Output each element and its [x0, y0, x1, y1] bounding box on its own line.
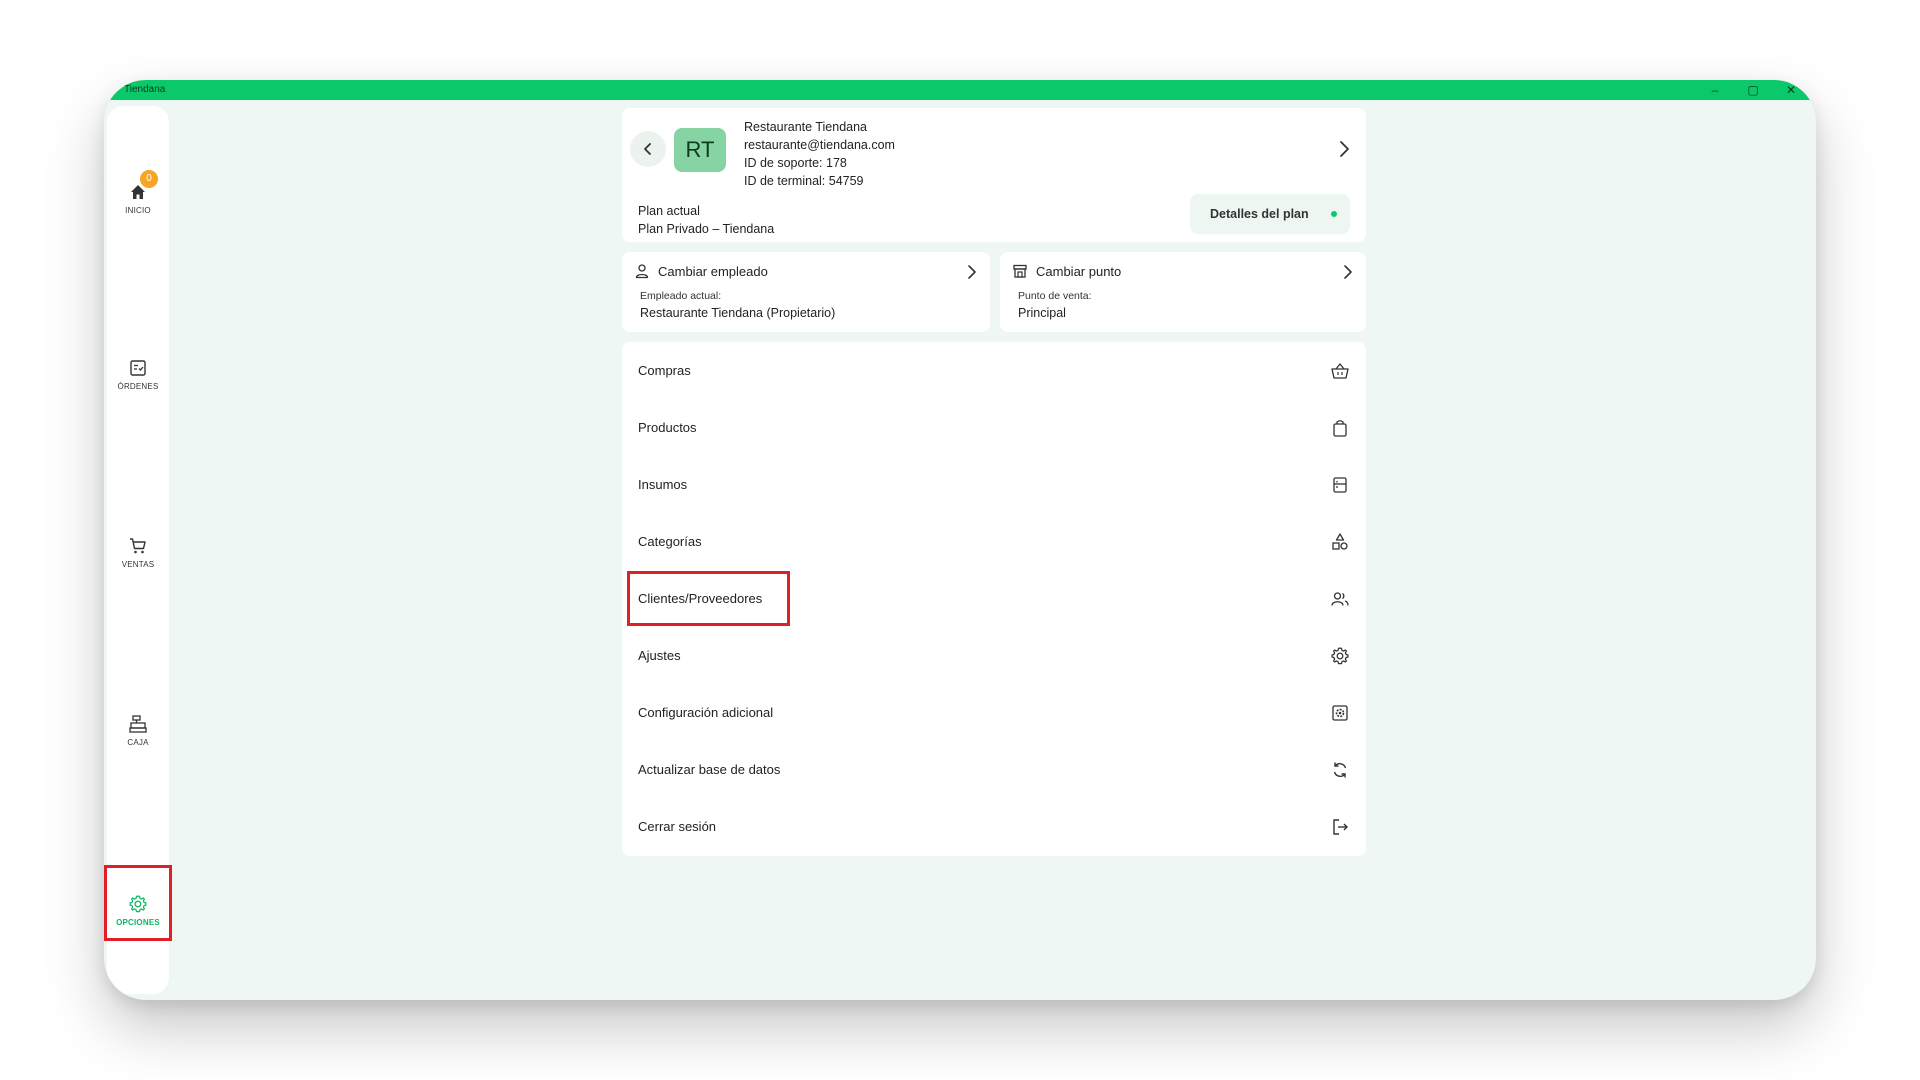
- status-dot: [1330, 211, 1337, 217]
- sidebar-item-ventas[interactable]: VENTAS: [107, 536, 169, 569]
- cash-register-icon: [129, 715, 147, 733]
- menu-item-label: Insumos: [638, 477, 688, 492]
- profile-email: restaurante@tiendana.com: [744, 138, 895, 152]
- basket-icon: [1331, 362, 1349, 379]
- supplies-icon: [1333, 476, 1347, 493]
- terminal-id: ID de terminal: 54759: [744, 174, 864, 188]
- point-caption: Punto de venta:: [1018, 290, 1092, 302]
- sidebar-item-opciones[interactable]: OPCIONES: [107, 894, 169, 927]
- menu-item-label: Ajustes: [638, 648, 681, 663]
- employee-value: Restaurante Tiendana (Propietario): [640, 306, 836, 320]
- store-icon: [1013, 264, 1027, 278]
- profile-card[interactable]: RT Restaurante Tiendana restaurante@tien…: [622, 108, 1366, 242]
- bag-icon: [1333, 419, 1347, 437]
- maximize-button[interactable]: ▢: [1742, 82, 1764, 98]
- menu-item-clientes-proveedores[interactable]: Clientes/Proveedores: [622, 570, 1366, 627]
- profile-name: Restaurante Tiendana: [744, 120, 868, 134]
- profile-info: Restaurante Tiendana restaurante@tiendan…: [744, 118, 895, 190]
- sidebar: 0 INICIO ÓRDENES VENTAS CAJA OPCIONES: [107, 106, 169, 994]
- menu-item-label: Categorías: [638, 534, 702, 549]
- menu-item-label: Compras: [638, 363, 691, 378]
- sidebar-item-label: CAJA: [127, 738, 149, 747]
- orders-icon: [130, 360, 146, 376]
- chevron-left-icon: [644, 143, 651, 155]
- change-employee-label: Cambiar empleado: [658, 263, 768, 279]
- sync-icon: [1333, 762, 1347, 777]
- gear-icon: [129, 895, 147, 913]
- people-icon: [1331, 591, 1349, 606]
- chevron-right-icon[interactable]: [1336, 140, 1352, 158]
- settings-icon: [1331, 646, 1349, 664]
- menu-item-label: Productos: [638, 420, 697, 435]
- sidebar-item-label: OPCIONES: [116, 918, 160, 927]
- options-menu: Compras Productos Insumos Categorías Cli…: [622, 342, 1366, 856]
- plan-details-label: Detalles del plan: [1210, 207, 1309, 221]
- menu-item-configuracion-adicional[interactable]: Configuración adicional: [622, 684, 1366, 741]
- cart-icon: [130, 538, 146, 554]
- point-value: Principal: [1018, 306, 1066, 320]
- app-window: Tiendana – ▢ ✕ 0 INICIO ÓRDENES VENTAS C…: [104, 80, 1816, 1000]
- menu-item-ajustes[interactable]: Ajustes: [622, 627, 1366, 684]
- notification-badge: 0: [140, 170, 158, 188]
- menu-item-categorias[interactable]: Categorías: [622, 513, 1366, 570]
- sidebar-item-inicio[interactable]: 0 INICIO: [107, 170, 169, 215]
- logout-icon: [1333, 818, 1348, 835]
- plan-details-button[interactable]: Detalles del plan: [1190, 194, 1350, 234]
- user-icon: [635, 264, 649, 279]
- plan-info: Plan actual Plan Privado – Tiendana: [638, 202, 774, 238]
- menu-item-productos[interactable]: Productos: [622, 399, 1366, 456]
- menu-item-insumos[interactable]: Insumos: [622, 456, 1366, 513]
- close-button[interactable]: ✕: [1780, 82, 1802, 98]
- menu-item-label: Cerrar sesión: [638, 819, 717, 834]
- window-title: Tiendana: [124, 84, 166, 95]
- minimize-button[interactable]: –: [1704, 82, 1726, 98]
- menu-item-compras[interactable]: Compras: [622, 342, 1366, 399]
- menu-item-label: Actualizar base de datos: [638, 762, 781, 777]
- avatar: RT: [674, 128, 726, 172]
- menu-item-label: Configuración adicional: [638, 705, 774, 720]
- sidebar-item-caja[interactable]: CAJA: [107, 714, 169, 747]
- change-point-card[interactable]: Cambiar punto Punto de venta: Principal: [1000, 252, 1366, 332]
- menu-item-actualizar-base-de-datos[interactable]: Actualizar base de datos: [622, 741, 1366, 798]
- categories-icon: [1332, 532, 1348, 550]
- chevron-right-icon: [968, 265, 976, 279]
- sidebar-item-label: ÓRDENES: [117, 382, 159, 391]
- plan-label: Plan actual: [638, 204, 700, 218]
- sidebar-item-label: INICIO: [125, 206, 151, 215]
- sidebar-item-ordenes[interactable]: ÓRDENES: [107, 358, 169, 391]
- menu-item-label: Clientes/Proveedores: [638, 591, 763, 606]
- change-employee-card[interactable]: Cambiar empleado Empleado actual: Restau…: [622, 252, 990, 332]
- sidebar-item-label: VENTAS: [121, 560, 155, 569]
- chevron-right-icon: [1344, 265, 1352, 279]
- plan-value: Plan Privado – Tiendana: [638, 222, 775, 236]
- support-id: ID de soporte: 178: [744, 156, 847, 170]
- change-point-label: Cambiar punto: [1036, 263, 1122, 279]
- back-button[interactable]: [630, 131, 666, 167]
- employee-caption: Empleado actual:: [640, 290, 722, 302]
- title-bar: Tiendana – ▢ ✕: [104, 80, 1816, 100]
- additional-config-icon: [1332, 704, 1348, 721]
- menu-item-cerrar-sesion[interactable]: Cerrar sesión: [622, 798, 1366, 855]
